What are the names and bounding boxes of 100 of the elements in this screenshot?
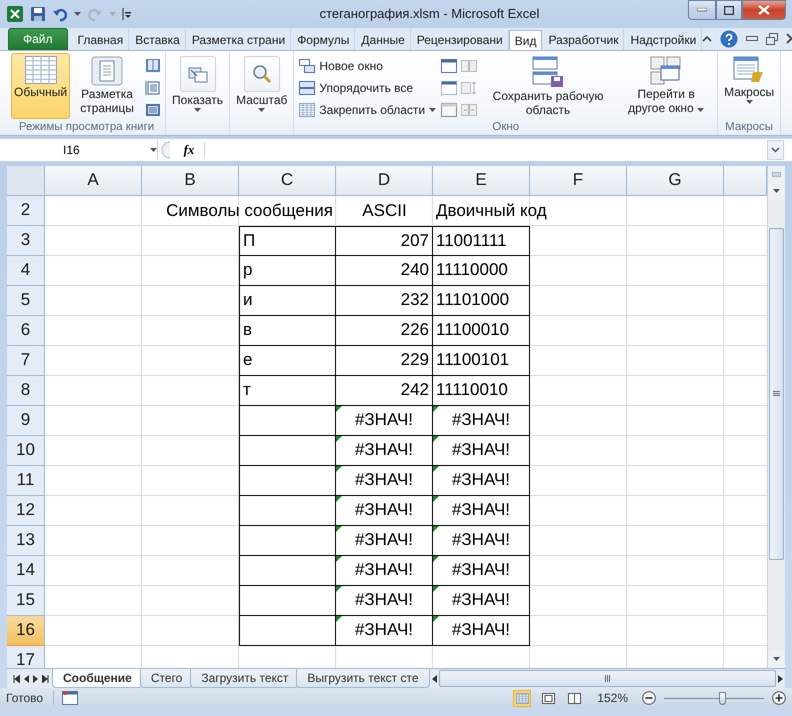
row-header[interactable]: 5 bbox=[7, 286, 45, 316]
table-cell[interactable]: 229 bbox=[336, 346, 433, 376]
unhide-button[interactable] bbox=[440, 100, 458, 119]
table-cell[interactable]: 232 bbox=[336, 286, 433, 316]
save-workspace-button[interactable]: Сохранить рабочую область bbox=[480, 52, 616, 119]
error-cell[interactable]: #ЗНАЧ! bbox=[433, 466, 530, 496]
row-header[interactable]: 13 bbox=[7, 526, 45, 556]
table-cell[interactable]: 11100101 bbox=[433, 346, 530, 376]
row-header[interactable]: 17 bbox=[7, 646, 45, 668]
error-cell[interactable]: #ЗНАЧ! bbox=[433, 406, 530, 436]
sheet-tab[interactable]: Сообщение bbox=[52, 668, 143, 688]
column-header[interactable]: D bbox=[336, 166, 433, 196]
error-cell[interactable]: #ЗНАЧ! bbox=[336, 586, 433, 616]
ribbon-tab[interactable]: Вид bbox=[508, 30, 542, 51]
error-cell[interactable]: #ЗНАЧ! bbox=[336, 556, 433, 586]
close-button[interactable] bbox=[742, 0, 786, 20]
custom-views-button[interactable] bbox=[144, 78, 162, 97]
row-header[interactable]: 2 bbox=[7, 196, 45, 226]
empty-cell[interactable] bbox=[239, 526, 336, 556]
error-cell[interactable]: #ЗНАЧ! bbox=[336, 436, 433, 466]
zoom-percentage[interactable]: 152% bbox=[591, 691, 634, 706]
error-cell[interactable]: #ЗНАЧ! bbox=[336, 496, 433, 526]
error-cell[interactable]: #ЗНАЧ! bbox=[336, 526, 433, 556]
row-header[interactable]: 8 bbox=[7, 376, 45, 406]
error-cell[interactable]: #ЗНАЧ! bbox=[336, 616, 433, 646]
split-button[interactable] bbox=[440, 56, 458, 75]
column-header[interactable]: E bbox=[433, 166, 530, 196]
error-cell[interactable]: #ЗНАЧ! bbox=[433, 616, 530, 646]
page-layout-button[interactable]: Разметка страницы bbox=[72, 52, 142, 119]
table-cell[interactable]: 11100010 bbox=[433, 316, 530, 346]
new-window-button[interactable]: Новое окно bbox=[297, 56, 438, 75]
expand-formula-button[interactable] bbox=[767, 140, 784, 160]
column-header[interactable]: G bbox=[627, 166, 724, 196]
column-header[interactable]: C bbox=[239, 166, 336, 196]
minimize-button[interactable] bbox=[688, 0, 716, 20]
error-cell[interactable]: #ЗНАЧ! bbox=[336, 406, 433, 436]
zoom-slider-thumb[interactable] bbox=[719, 692, 726, 705]
empty-cell[interactable] bbox=[239, 406, 336, 436]
error-cell[interactable]: #ЗНАЧ! bbox=[433, 586, 530, 616]
dropdown-caret-icon bbox=[746, 100, 753, 104]
column-header[interactable]: A bbox=[45, 166, 142, 196]
table-cell[interactable]: 11001111 bbox=[433, 226, 530, 256]
error-cell[interactable]: #ЗНАЧ! bbox=[433, 556, 530, 586]
empty-cell[interactable] bbox=[239, 496, 336, 526]
sheet-tab[interactable]: Стего bbox=[140, 668, 194, 688]
maximize-button[interactable] bbox=[716, 0, 742, 20]
table-cell[interactable]: П bbox=[239, 226, 336, 256]
scroll-up-button[interactable] bbox=[768, 182, 785, 200]
row-header[interactable]: 10 bbox=[7, 436, 45, 466]
table-cell[interactable]: т bbox=[239, 376, 336, 406]
switch-windows-button[interactable]: Перейти в другое окно bbox=[618, 52, 714, 119]
arrange-all-button[interactable]: Упорядочить все bbox=[297, 78, 438, 97]
sheet-tab[interactable]: Загрузить текст bbox=[190, 668, 300, 688]
row-header[interactable]: 6 bbox=[7, 316, 45, 346]
sheet-tab[interactable]: Выгрузить текст сте bbox=[296, 668, 430, 688]
table-cell[interactable]: 11110000 bbox=[433, 256, 530, 286]
error-cell[interactable]: #ЗНАЧ! bbox=[336, 466, 433, 496]
column-header[interactable]: F bbox=[530, 166, 627, 196]
name-box[interactable]: I16 bbox=[8, 140, 158, 160]
table-cell[interactable]: 242 bbox=[336, 376, 433, 406]
hide-button[interactable] bbox=[440, 78, 458, 97]
zoom-button[interactable]: Масштаб bbox=[233, 52, 290, 119]
row-header[interactable]: 4 bbox=[7, 256, 45, 286]
magnifier-icon bbox=[252, 64, 272, 84]
scroll-down-button[interactable] bbox=[768, 650, 785, 668]
error-cell[interactable]: #ЗНАЧ! bbox=[433, 496, 530, 526]
file-tab[interactable]: Файл bbox=[8, 28, 68, 50]
empty-cell[interactable] bbox=[239, 466, 336, 496]
table-cell[interactable]: 240 bbox=[336, 256, 433, 286]
dropdown-caret-icon bbox=[429, 108, 436, 112]
insert-function-button[interactable]: fx bbox=[174, 142, 205, 158]
row-header[interactable]: 7 bbox=[7, 346, 45, 376]
row-header[interactable]: 15 bbox=[7, 586, 45, 616]
error-cell[interactable]: #ЗНАЧ! bbox=[433, 436, 530, 466]
table-cell[interactable]: 226 bbox=[336, 316, 433, 346]
table-cell[interactable]: и bbox=[239, 286, 336, 316]
error-indicator-icon bbox=[433, 436, 439, 442]
row-header[interactable]: 9 bbox=[7, 406, 45, 436]
page-break-view-button[interactable] bbox=[144, 56, 162, 75]
error-cell[interactable]: #ЗНАЧ! bbox=[433, 526, 530, 556]
freeze-panes-button[interactable]: Закрепить области bbox=[297, 100, 438, 119]
show-button[interactable]: Показать bbox=[169, 52, 226, 119]
row-header[interactable]: 3 bbox=[7, 226, 45, 256]
row-header[interactable]: 11 bbox=[7, 466, 45, 496]
empty-cell[interactable] bbox=[239, 586, 336, 616]
row-header[interactable]: 16 bbox=[7, 616, 45, 646]
empty-cell[interactable] bbox=[239, 616, 336, 646]
table-cell[interactable]: 207 bbox=[336, 226, 433, 256]
table-cell[interactable]: р bbox=[239, 256, 336, 286]
table-cell[interactable]: 11101000 bbox=[433, 286, 530, 316]
table-cell[interactable]: 11110010 bbox=[433, 376, 530, 406]
macros-button[interactable]: Макросы bbox=[721, 52, 778, 119]
empty-cell[interactable] bbox=[239, 556, 336, 586]
row-header[interactable]: 12 bbox=[7, 496, 45, 526]
row-header[interactable]: 14 bbox=[7, 556, 45, 586]
normal-view-button[interactable]: Обычный bbox=[11, 52, 70, 119]
table-cell[interactable]: в bbox=[239, 316, 336, 346]
table-cell[interactable]: е bbox=[239, 346, 336, 376]
column-header[interactable]: B bbox=[142, 166, 239, 196]
empty-cell[interactable] bbox=[239, 436, 336, 466]
